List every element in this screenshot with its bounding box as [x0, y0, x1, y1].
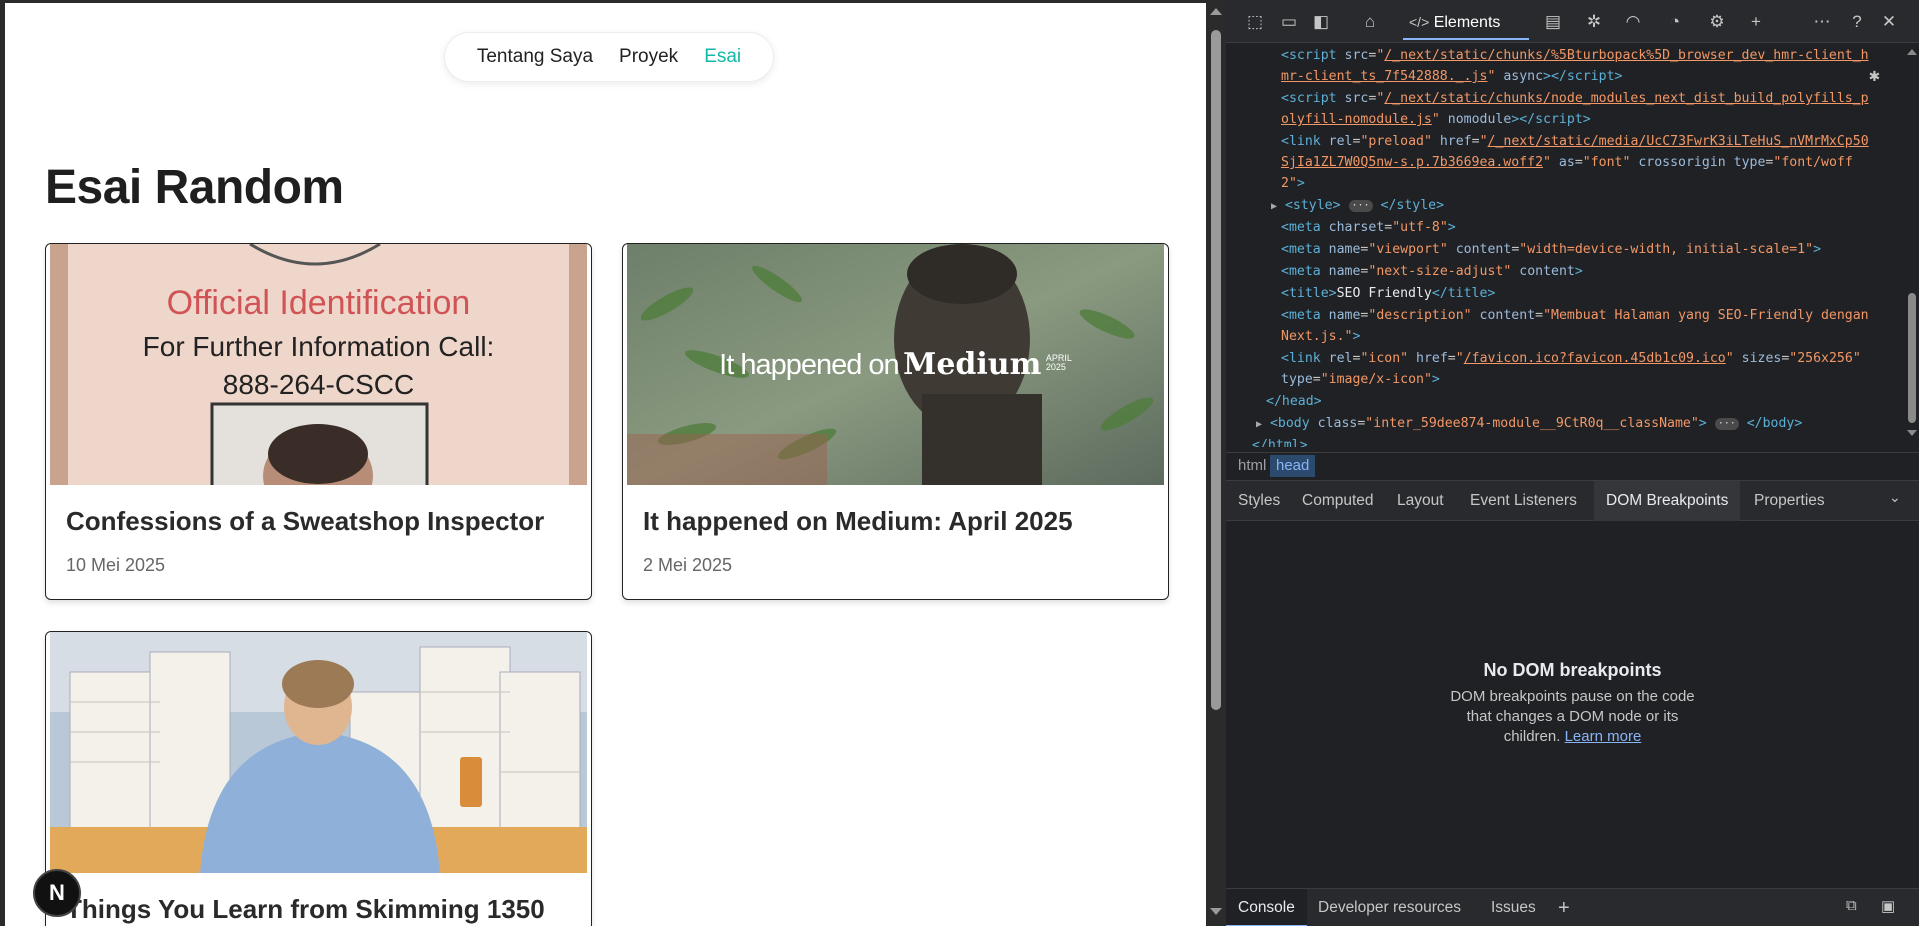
- tab-elements[interactable]: </> Elements: [1403, 10, 1529, 40]
- chevron-down-icon[interactable]: ⌄: [1889, 489, 1901, 506]
- tab-layout[interactable]: Layout: [1385, 481, 1456, 521]
- dom-node-continued[interactable]: olyfill-nomodule.js" nomodule></script>: [1281, 109, 1591, 131]
- dom-node[interactable]: <script src="/_next/static/chunks/node_m…: [1281, 88, 1869, 110]
- dock-side-icon[interactable]: ◧: [1310, 11, 1332, 33]
- badge-heading: Official Identification: [166, 284, 471, 322]
- badge-phone: 888-264-CSCC: [222, 369, 415, 400]
- accessibility-icon[interactable]: ✱: [1869, 65, 1880, 87]
- devtools-panel: ⬚ ▭ ◧ ⌂ </> Elements ▤ ✲ ◠ ◔ ⚙ + ⋯ ? ✕ <…: [1226, 0, 1919, 926]
- drawer-tabs: Console Developer resources Issues + ⧉ ▣: [1226, 888, 1919, 926]
- dom-node[interactable]: <script src="/_next/static/chunks/%5Btur…: [1281, 45, 1869, 67]
- card-title[interactable]: Things You Learn from Skimming 1350: [66, 894, 545, 925]
- dom-node[interactable]: <link rel="preload" href="/_next/static/…: [1281, 131, 1869, 153]
- tab-properties[interactable]: Properties: [1742, 481, 1837, 521]
- card-image-paperwork: [50, 632, 587, 873]
- nextjs-dev-tools-button[interactable]: N: [33, 869, 81, 917]
- dom-node[interactable]: <link rel="icon" href="/favicon.ico?favi…: [1281, 348, 1861, 370]
- device-toolbar-icon[interactable]: ▭: [1278, 11, 1300, 33]
- tab-styles[interactable]: Styles: [1226, 481, 1292, 521]
- page-title: Esai Random: [45, 161, 344, 214]
- dom-node-continued[interactable]: SjIa1ZL7W0Q5nw-s.p.7b3669ea.woff2" as="f…: [1281, 152, 1853, 174]
- welcome-home-icon[interactable]: ⌂: [1359, 11, 1381, 33]
- card-title[interactable]: It happened on Medium: April 2025: [643, 506, 1073, 537]
- banner-date: APRIL 2025: [1046, 354, 1072, 372]
- badge-info-line: For Further Information Call:: [142, 331, 495, 362]
- dom-breakpoints-empty-state: No DOM breakpoints DOM breakpoints pause…: [1226, 660, 1919, 747]
- network-wifi-icon[interactable]: ◠: [1622, 11, 1644, 33]
- sources-bug-icon[interactable]: ✲: [1583, 11, 1605, 33]
- card-image-medium: It happened on Medium APRIL 2025: [627, 244, 1164, 485]
- add-drawer-tab-plus-icon[interactable]: +: [1546, 889, 1582, 926]
- banner-brand: Medium: [903, 347, 1042, 382]
- empty-state-title: No DOM breakpoints: [1483, 660, 1662, 680]
- nav-link-essays[interactable]: Esai: [704, 46, 741, 68]
- tab-computed[interactable]: Computed: [1290, 481, 1386, 521]
- scroll-up-arrow-icon[interactable]: [1210, 8, 1222, 15]
- more-tools-plus-icon[interactable]: +: [1745, 11, 1767, 33]
- page-scrollbar[interactable]: [1206, 0, 1226, 926]
- dom-node[interactable]: <meta name="viewport" content="width=dev…: [1281, 239, 1821, 261]
- tab-dom-breakpoints[interactable]: DOM Breakpoints: [1594, 481, 1741, 521]
- banner-year: 2025: [1045, 362, 1066, 372]
- essay-card[interactable]: Official Identification For Further Info…: [45, 243, 592, 600]
- close-devtools-icon[interactable]: ✕: [1878, 11, 1900, 33]
- breadcrumb-head[interactable]: head: [1270, 455, 1316, 477]
- tab-issues[interactable]: Issues: [1479, 889, 1548, 926]
- dom-node-continued[interactable]: Next.js.">: [1281, 326, 1360, 348]
- breadcrumb-html[interactable]: html: [1232, 455, 1272, 477]
- code-icon: </>: [1409, 14, 1430, 30]
- dom-node[interactable]: <meta name="next-size-adjust" content>: [1281, 261, 1583, 283]
- learn-more-link[interactable]: Learn more: [1565, 728, 1642, 745]
- dom-node-title[interactable]: <title>SEO Friendly</title>: [1281, 283, 1495, 305]
- dom-node-continued[interactable]: mr-client_ts_7f542888._.js" async></scri…: [1281, 66, 1622, 88]
- dom-node[interactable]: <meta charset="utf-8">: [1281, 217, 1456, 239]
- page-viewport: Tentang Saya Proyek Esai Esai Random Off…: [5, 3, 1206, 926]
- close-drawer-icon[interactable]: ▣: [1881, 897, 1895, 915]
- page-scrollbar-thumb[interactable]: [1211, 30, 1221, 710]
- dom-tree-scrollbar-thumb[interactable]: [1908, 293, 1916, 423]
- scroll-down-arrow-icon[interactable]: [1907, 430, 1917, 436]
- devtools-toolbar: ⬚ ▭ ◧ ⌂ </> Elements ▤ ✲ ◠ ◔ ⚙ + ⋯ ? ✕: [1226, 0, 1919, 43]
- tab-developer-resources[interactable]: Developer resources: [1306, 889, 1473, 926]
- card-date: 10 Mei 2025: [66, 555, 166, 575]
- dom-node-html-close[interactable]: </html>: [1252, 435, 1308, 447]
- dom-node-body[interactable]: ▶ <body class="inter_59dee874-module__9C…: [1256, 413, 1802, 436]
- dom-node[interactable]: <meta name="description" content="Membua…: [1281, 305, 1869, 327]
- empty-state-body: DOM breakpoints pause on the code that c…: [1443, 687, 1703, 747]
- medium-banner-text: It happened on Medium APRIL 2025: [627, 347, 1164, 382]
- tab-console[interactable]: Console: [1226, 889, 1307, 926]
- help-icon[interactable]: ?: [1846, 11, 1868, 33]
- dom-node-head-close[interactable]: </head>: [1266, 391, 1322, 413]
- dom-tree-scrollbar[interactable]: [1905, 43, 1919, 447]
- tab-elements-label: Elements: [1433, 14, 1501, 31]
- more-options-icon[interactable]: ⋯: [1811, 11, 1833, 33]
- dom-node-continued[interactable]: type="image/x-icon">: [1281, 369, 1440, 391]
- card-date: 2 Mei 2025: [643, 555, 733, 575]
- card-image-id-badge: Official Identification For Further Info…: [50, 244, 587, 485]
- console-icon[interactable]: ▤: [1542, 11, 1564, 33]
- tab-event-listeners[interactable]: Event Listeners: [1458, 481, 1589, 521]
- performance-gauge-icon[interactable]: ◔: [1664, 11, 1686, 33]
- essay-card[interactable]: Things You Learn from Skimming 1350: [45, 631, 592, 926]
- nav-link-projects[interactable]: Proyek: [619, 46, 678, 68]
- settings-gear-icon[interactable]: ⚙: [1706, 11, 1728, 33]
- scroll-up-arrow-icon[interactable]: [1907, 49, 1917, 55]
- dom-tree: <script src="/_next/static/chunks/%5Btur…: [1226, 43, 1906, 447]
- essay-card[interactable]: It happened on Medium APRIL 2025 It happ…: [622, 243, 1169, 600]
- sidebar-panel-tabs: Styles Computed Layout Event Listeners D…: [1226, 480, 1919, 521]
- top-navbar: Tentang Saya Proyek Esai: [444, 32, 774, 82]
- dom-node-continued[interactable]: 2">: [1281, 173, 1305, 195]
- breadcrumb: html head: [1226, 452, 1919, 478]
- nav-link-about[interactable]: Tentang Saya: [477, 46, 593, 68]
- card-title[interactable]: Confessions of a Sweatshop Inspector: [66, 506, 544, 537]
- undock-drawer-icon[interactable]: ⧉: [1846, 897, 1857, 914]
- banner-lead: It happened on: [719, 349, 900, 381]
- scroll-down-arrow-icon[interactable]: [1210, 908, 1222, 915]
- dom-node-style[interactable]: ▶ <style> ··· </style>: [1271, 195, 1444, 218]
- inspect-element-icon[interactable]: ⬚: [1244, 11, 1266, 33]
